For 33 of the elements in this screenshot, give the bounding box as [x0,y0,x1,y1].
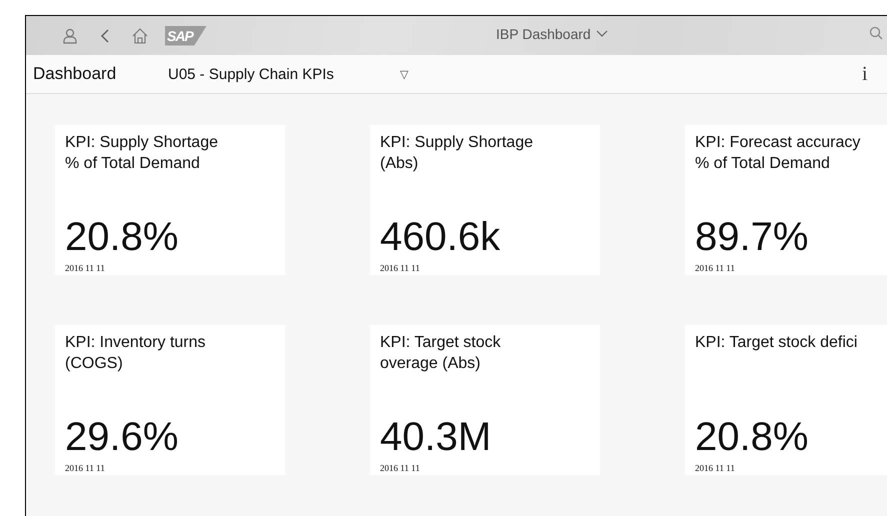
kpi-title: KPI: Supply Shortage (Abs) [380,133,534,174]
dashboard-selector[interactable]: U05 - Supply Chain KPIs [168,66,400,82]
logo: SAP [165,26,207,46]
kpi-value: 460.6k [380,214,502,260]
page-title: Dashboard [33,64,118,84]
kpi-date: 2016 11 11 [380,463,421,473]
kpi-title: KPI: Target stock overage (Abs) [380,333,502,374]
dropdown-caret[interactable]: ▽ [400,68,408,80]
kpi-title: KPI: Forecast accuracy % of Total Demand [695,133,862,174]
app-title-menu[interactable]: IBP Dashboard [496,26,608,42]
kpi-tile[interactable]: KPI: Target stock overage (Abs) 40.3M 2016 11 11 [370,325,600,475]
kpi-value: 89.7% [695,214,810,260]
search-icon[interactable] [869,26,883,40]
kpi-title: KPI: Supply Shortage % of Total Demand [65,133,219,174]
chevron-icon [596,30,608,38]
kpi-value: 29.6% [65,414,180,460]
kpi-value: 20.8% [65,214,180,260]
kpi-tile[interactable]: KPI: Inventory turns (COGS) 29.6% 2016 11 11 [55,325,285,475]
kpi-title: KPI: Target stock defici [695,333,858,353]
kpi-value: 20.8% [695,414,810,460]
kpi-date: 2016 11 11 [380,263,421,273]
info-button[interactable]: i [862,62,868,86]
kpi-tile[interactable]: KPI: Supply Shortage (Abs) 460.6k 2016 11 11 [370,125,600,275]
home-icon[interactable] [130,26,150,46]
kpi-tile[interactable]: KPI: Supply Shortage % of Total Demand 20.8% 2016 11 11 [55,125,285,275]
kpi-tile[interactable]: KPI: Target stock defici 20.8% 2016 11 11 [685,325,887,475]
kpi-date: 2016 11 11 [65,463,106,473]
kpi-date: 2016 11 11 [65,263,106,273]
kpi-value: 40.3M [380,414,492,460]
kpi-date: 2016 11 11 [695,463,736,473]
kpi-title: KPI: Inventory turns (COGS) [65,333,207,374]
kpi-date: 2016 11 11 [695,263,736,273]
kpi-tile[interactable]: KPI: Forecast accuracy % of Total Demand 89.7% 2016 11 11 [685,125,887,275]
